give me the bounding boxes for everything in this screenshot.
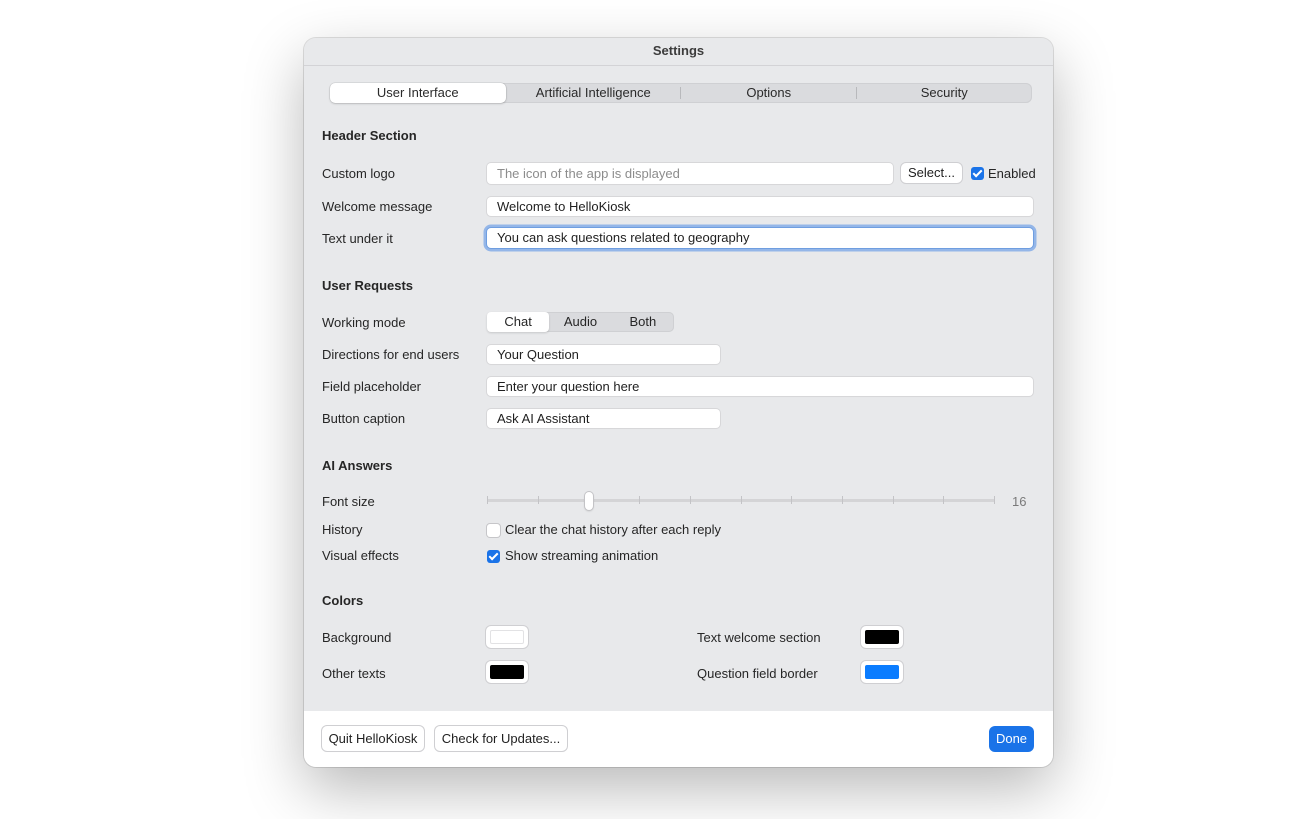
- tab-artificial-intelligence[interactable]: Artificial Intelligence: [506, 83, 681, 103]
- directions-label: Directions for end users: [322, 347, 460, 362]
- ai-answers-title: AI Answers: [322, 458, 393, 473]
- settings-tabs: User Interface Artificial Intelligence O…: [330, 83, 1032, 103]
- text-under-field[interactable]: You can ask questions related to geograp…: [487, 228, 1033, 248]
- history-label: History: [322, 522, 363, 537]
- other-texts-color-well[interactable]: [486, 661, 528, 683]
- slider-tick: [690, 496, 691, 504]
- streaming-animation-checkbox[interactable]: [487, 550, 500, 563]
- tab-label: Artificial Intelligence: [535, 85, 651, 100]
- color-swatch: [865, 630, 899, 644]
- text-welcome-color-label: Text welcome section: [697, 630, 821, 645]
- done-button[interactable]: Done: [989, 726, 1034, 752]
- working-mode-audio[interactable]: Audio: [549, 312, 611, 332]
- button-caption-field[interactable]: Ask AI Assistant: [487, 409, 720, 428]
- question-border-color-label: Question field border: [697, 666, 818, 681]
- working-mode-control: Chat Audio Both: [487, 312, 674, 332]
- check-updates-button[interactable]: Check for Updates...: [435, 726, 567, 751]
- working-mode-label: Working mode: [322, 315, 406, 330]
- color-swatch: [490, 630, 524, 644]
- field-placeholder-label: Field placeholder: [322, 379, 422, 394]
- quit-button[interactable]: Quit HelloKiosk: [322, 726, 424, 751]
- color-swatch: [490, 665, 524, 679]
- enabled-label: Enabled: [988, 166, 1036, 181]
- slider-tick: [943, 496, 944, 504]
- custom-logo-field[interactable]: The icon of the app is displayed: [487, 163, 893, 184]
- enabled-checkbox[interactable]: [971, 167, 984, 180]
- footer-bar: Quit HelloKiosk Check for Updates... Don…: [304, 711, 1053, 767]
- text-welcome-color-well[interactable]: [861, 626, 903, 648]
- font-size-label: Font size: [322, 494, 375, 509]
- tab-user-interface[interactable]: User Interface: [330, 83, 506, 103]
- select-logo-button[interactable]: Select...: [901, 163, 962, 183]
- header-section-title: Header Section: [322, 128, 417, 143]
- background-color-label: Background: [322, 630, 392, 645]
- slider-tick: [893, 496, 894, 504]
- background-color-well[interactable]: [486, 626, 528, 648]
- slider-tick: [639, 496, 640, 504]
- colors-title: Colors: [322, 593, 364, 608]
- text-under-label: Text under it: [322, 231, 393, 246]
- slider-tick: [487, 496, 488, 504]
- window-title: Settings: [304, 38, 1053, 66]
- tab-security[interactable]: Security: [857, 83, 1033, 103]
- slider-tick: [994, 496, 995, 504]
- slider-tick: [842, 496, 843, 504]
- font-size-value: 16: [1012, 494, 1027, 509]
- clear-history-label: Clear the chat history after each reply: [505, 522, 722, 537]
- slider-tick: [741, 496, 742, 504]
- font-size-slider-knob[interactable]: [584, 492, 593, 510]
- welcome-message-label: Welcome message: [322, 199, 433, 214]
- tab-label: Options: [746, 85, 792, 100]
- slider-tick: [538, 496, 539, 504]
- working-mode-both[interactable]: Both: [612, 312, 674, 332]
- working-mode-chat[interactable]: Chat: [487, 312, 550, 332]
- clear-history-checkbox[interactable]: [487, 524, 500, 537]
- visual-effects-label: Visual effects: [322, 548, 399, 563]
- welcome-message-field[interactable]: Welcome to HelloKiosk: [487, 197, 1033, 216]
- question-border-color-well[interactable]: [861, 661, 903, 683]
- other-texts-color-label: Other texts: [322, 666, 386, 681]
- color-swatch: [865, 665, 899, 679]
- settings-window: Settings User Interface Artificial Intel…: [304, 38, 1053, 767]
- custom-logo-label: Custom logo: [322, 166, 395, 181]
- directions-field[interactable]: Your Question: [487, 345, 720, 364]
- user-requests-title: User Requests: [322, 278, 414, 293]
- field-placeholder-field[interactable]: Enter your question here: [487, 377, 1033, 396]
- button-caption-label: Button caption: [322, 411, 406, 426]
- slider-tick: [791, 496, 792, 504]
- streaming-animation-label: Show streaming animation: [505, 548, 659, 563]
- tab-options[interactable]: Options: [681, 83, 857, 103]
